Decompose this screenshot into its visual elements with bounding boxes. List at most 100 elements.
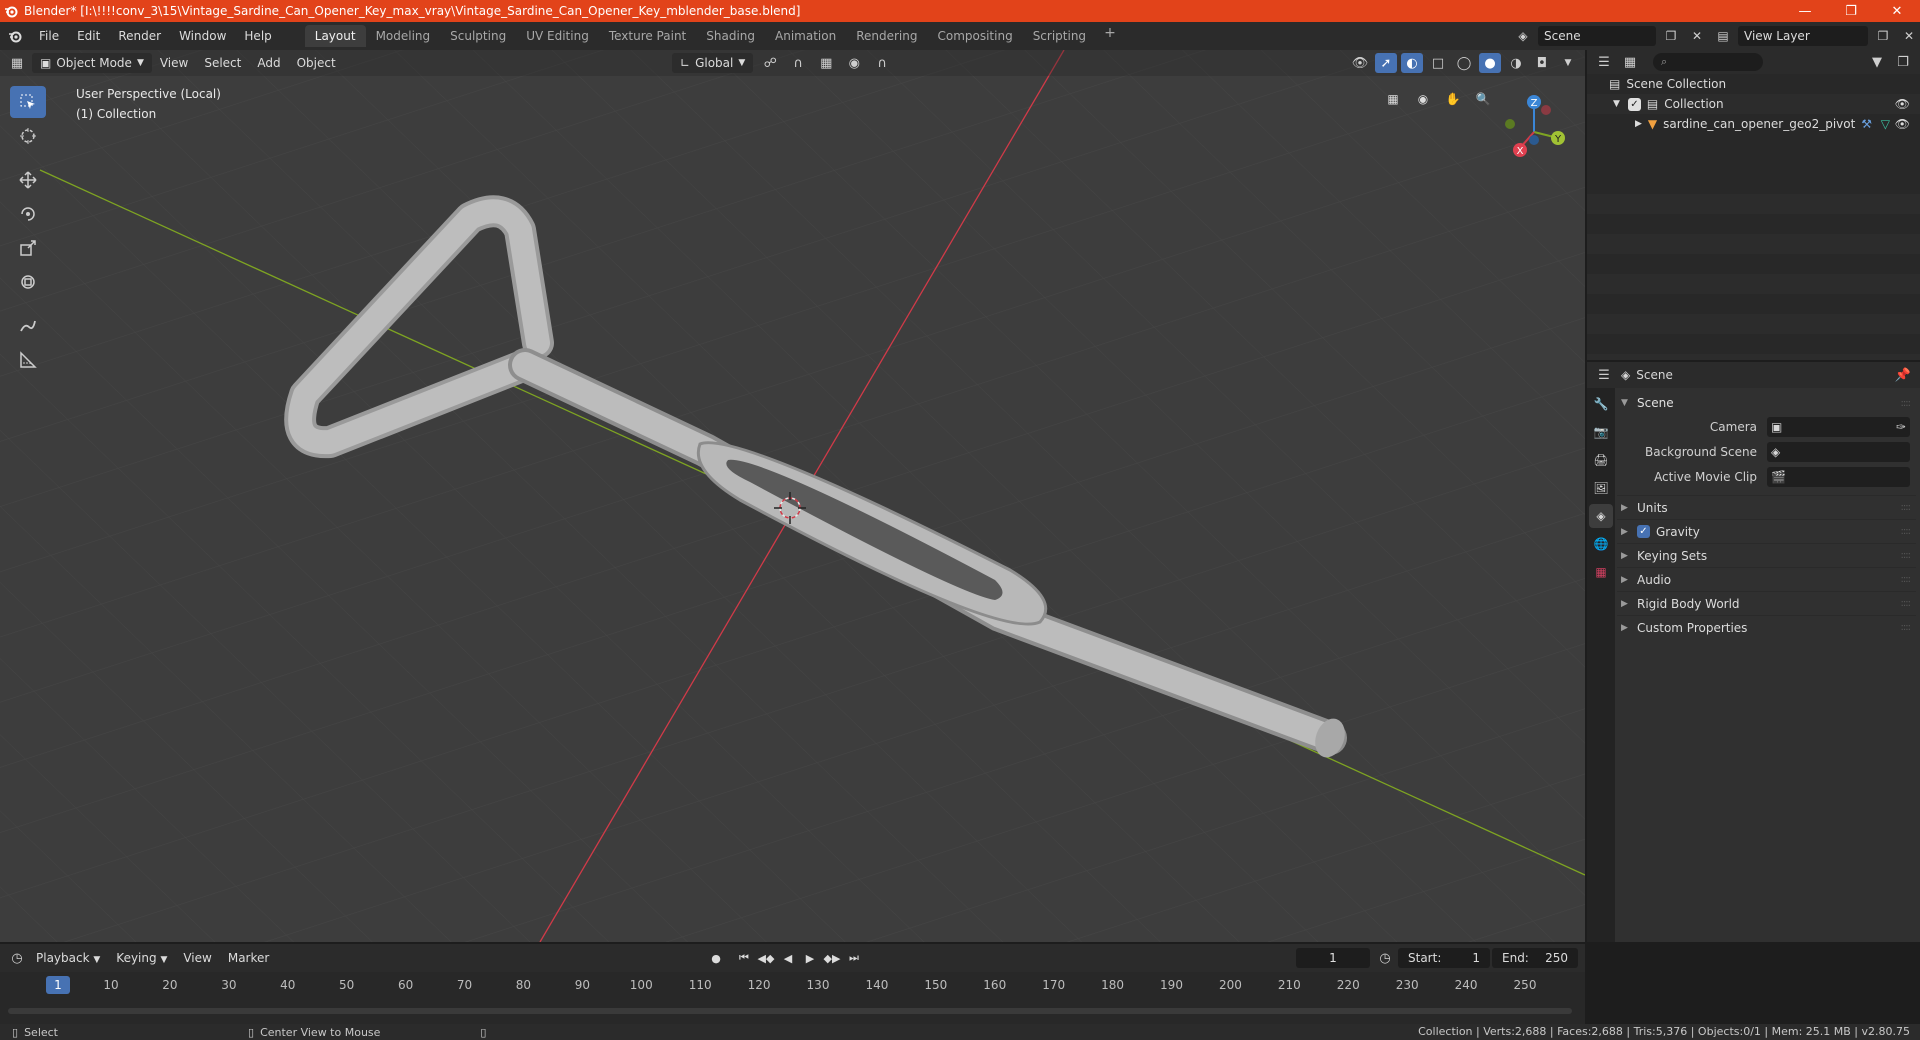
jump-end-icon[interactable]: ⏭ — [844, 948, 864, 968]
menu-window[interactable]: Window — [170, 25, 235, 47]
outliner-scene-collection[interactable]: ▤ Scene Collection — [1587, 74, 1920, 94]
pivot-point-icon[interactable]: ☍ — [759, 53, 781, 73]
timeline-menu-playback[interactable]: Playback ▼ — [28, 948, 108, 968]
viewport-menu-object[interactable]: Object — [289, 53, 344, 73]
object-mode-dropdown[interactable]: ▣ Object Mode ▼ — [32, 53, 152, 73]
view-layer-field[interactable]: View Layer — [1738, 26, 1868, 46]
blender-menu-icon[interactable] — [0, 29, 30, 43]
minimize-button[interactable]: — — [1782, 0, 1828, 22]
properties-editor-type-icon[interactable]: ☰ — [1593, 365, 1615, 385]
view-layer-tab-icon[interactable]: 🖼 — [1589, 476, 1613, 500]
timeline-scrollbar[interactable] — [8, 1008, 1572, 1014]
tab-texture-paint[interactable]: Texture Paint — [599, 25, 696, 47]
keying-sets-panel[interactable]: ▶ Keying Sets :::: — [1617, 543, 1916, 567]
visibility-icon[interactable]: 👁 — [1349, 53, 1371, 73]
output-tab-icon[interactable]: 🖨 — [1589, 448, 1613, 472]
select-box-tool-icon[interactable] — [10, 86, 46, 118]
play-reverse-icon[interactable]: ◀ — [778, 948, 798, 968]
units-panel[interactable]: ▶ Units :::: — [1617, 495, 1916, 519]
timeline-menu-view[interactable]: View — [175, 948, 219, 968]
toggle-perspective-icon[interactable]: ▦ — [1380, 86, 1406, 112]
tab-rendering[interactable]: Rendering — [846, 25, 927, 47]
scene-panel-header[interactable]: ▼ Scene :::: — [1617, 392, 1916, 414]
editor-type-icon[interactable]: ▦ — [6, 53, 28, 73]
material-shading-icon[interactable]: ◑ — [1505, 53, 1527, 73]
active-movie-clip-field[interactable]: 🎬 — [1767, 466, 1910, 487]
gravity-checkbox[interactable]: ✓ — [1637, 525, 1650, 538]
tab-modeling[interactable]: Modeling — [366, 25, 441, 47]
viewport-menu-select[interactable]: Select — [196, 53, 249, 73]
proportional-edit-icon[interactable]: ◉ — [843, 53, 865, 73]
xray-toggle-icon[interactable]: □ — [1427, 53, 1449, 73]
new-viewlayer-icon[interactable]: ❐ — [1872, 26, 1894, 46]
camera-view-icon[interactable]: ◉ — [1410, 86, 1436, 112]
tab-layout[interactable]: Layout — [304, 25, 366, 47]
gizmo-toggle-icon[interactable]: ➚ — [1375, 53, 1397, 73]
scene-tab-icon[interactable]: ◈ — [1589, 504, 1613, 528]
scale-tool-icon[interactable] — [10, 232, 46, 264]
tool-tab-icon[interactable]: 🔧 — [1589, 392, 1613, 416]
eyedropper-icon[interactable]: ✑ — [1896, 420, 1906, 434]
zoom-view-icon[interactable]: 🔍 — [1470, 86, 1496, 112]
transform-orientation-dropdown[interactable]: ∟ Global ▼ — [672, 53, 754, 73]
current-frame-indicator[interactable]: 1 — [46, 976, 70, 994]
end-frame-field[interactable]: End: 250 — [1492, 948, 1578, 968]
rendered-shading-icon[interactable]: ◘ — [1531, 53, 1553, 73]
scene-browse-icon[interactable]: ◈ — [1512, 26, 1534, 46]
background-scene-field[interactable]: ◈ — [1767, 441, 1910, 462]
shading-options-icon[interactable]: ▼ — [1557, 53, 1579, 73]
outliner-search-input[interactable]: ⌕ — [1653, 53, 1763, 71]
tab-sculpting[interactable]: Sculpting — [440, 25, 516, 47]
falloff-icon[interactable]: ∩ — [871, 53, 893, 73]
drag-grip-icon[interactable]: :::: — [1901, 622, 1912, 633]
menu-render[interactable]: Render — [109, 25, 170, 47]
cursor-tool-icon[interactable] — [10, 120, 46, 152]
pan-view-hand-icon[interactable]: ✋ — [1440, 86, 1466, 112]
viewport-menu-add[interactable]: Add — [249, 53, 288, 73]
transform-tool-icon[interactable] — [10, 266, 46, 298]
viewport-menu-view[interactable]: View — [152, 53, 196, 73]
start-frame-field[interactable]: Start: 1 — [1398, 948, 1490, 968]
delete-viewlayer-icon[interactable]: ✕ — [1898, 26, 1920, 46]
drag-grip-icon[interactable]: :::: — [1901, 598, 1912, 609]
custom-properties-panel[interactable]: ▶ Custom Properties :::: — [1617, 615, 1916, 639]
close-window-button[interactable]: ✕ — [1874, 0, 1920, 22]
timeline-menu-keying[interactable]: Keying ▼ — [108, 948, 175, 968]
eye-icon[interactable]: 👁 — [1895, 97, 1910, 111]
eye-icon[interactable]: 👁 — [1895, 117, 1910, 131]
rotate-tool-icon[interactable] — [10, 198, 46, 230]
tab-compositing[interactable]: Compositing — [927, 25, 1022, 47]
3d-viewport[interactable]: ▦ ▣ Object Mode ▼ View Select Add Object… — [0, 50, 1585, 942]
restore-button[interactable]: ❐ — [1828, 0, 1874, 22]
collapse-triangle-icon[interactable]: ▼ — [1613, 99, 1620, 109]
jump-keyframe-forward-icon[interactable]: ◆▶ — [822, 948, 842, 968]
pin-icon[interactable]: 📌 — [1892, 365, 1914, 385]
jump-keyframe-back-icon[interactable]: ◀◆ — [756, 948, 776, 968]
viewlayer-browse-icon[interactable]: ▤ — [1712, 26, 1734, 46]
collection-checkbox[interactable]: ✓ — [1627, 97, 1641, 111]
drag-grip-icon[interactable]: :::: — [1901, 502, 1912, 513]
annotate-tool-icon[interactable] — [10, 310, 46, 342]
navigation-gizmo[interactable]: Z Y X — [1500, 88, 1580, 168]
gravity-panel[interactable]: ▶ ✓ Gravity :::: — [1617, 519, 1916, 543]
snap-target-icon[interactable]: ▦ — [815, 53, 837, 73]
drag-grip-icon[interactable]: :::: — [1901, 398, 1912, 409]
record-icon[interactable]: ● — [706, 948, 726, 968]
texture-tab-icon[interactable]: ▦ — [1589, 560, 1613, 584]
drag-grip-icon[interactable]: :::: — [1901, 574, 1912, 585]
new-scene-icon[interactable]: ❐ — [1660, 26, 1682, 46]
timeline-ruler[interactable]: 1 10 20 30 40 50 60 70 80 90 100 110 120 130 140 150 160… — [8, 972, 1578, 998]
expand-triangle-icon[interactable]: ▶ — [1635, 119, 1642, 129]
snap-icon[interactable]: ∩ — [787, 53, 809, 73]
timeline-editor-type-icon[interactable]: ◷ — [6, 948, 28, 968]
overlay-toggle-icon[interactable]: ◐ — [1401, 53, 1423, 73]
display-mode-icon[interactable]: ▦ — [1619, 52, 1641, 72]
current-frame-field[interactable]: 1 — [1296, 948, 1370, 968]
modifier-wrench-icon[interactable]: ⚒ — [1861, 117, 1872, 131]
tab-animation[interactable]: Animation — [765, 25, 846, 47]
menu-help[interactable]: Help — [235, 25, 280, 47]
jump-start-icon[interactable]: ⏮ — [734, 948, 754, 968]
new-collection-icon[interactable]: ❐ — [1892, 52, 1914, 72]
tab-uv-editing[interactable]: UV Editing — [516, 25, 599, 47]
scene-name-field[interactable]: Scene — [1538, 26, 1656, 46]
